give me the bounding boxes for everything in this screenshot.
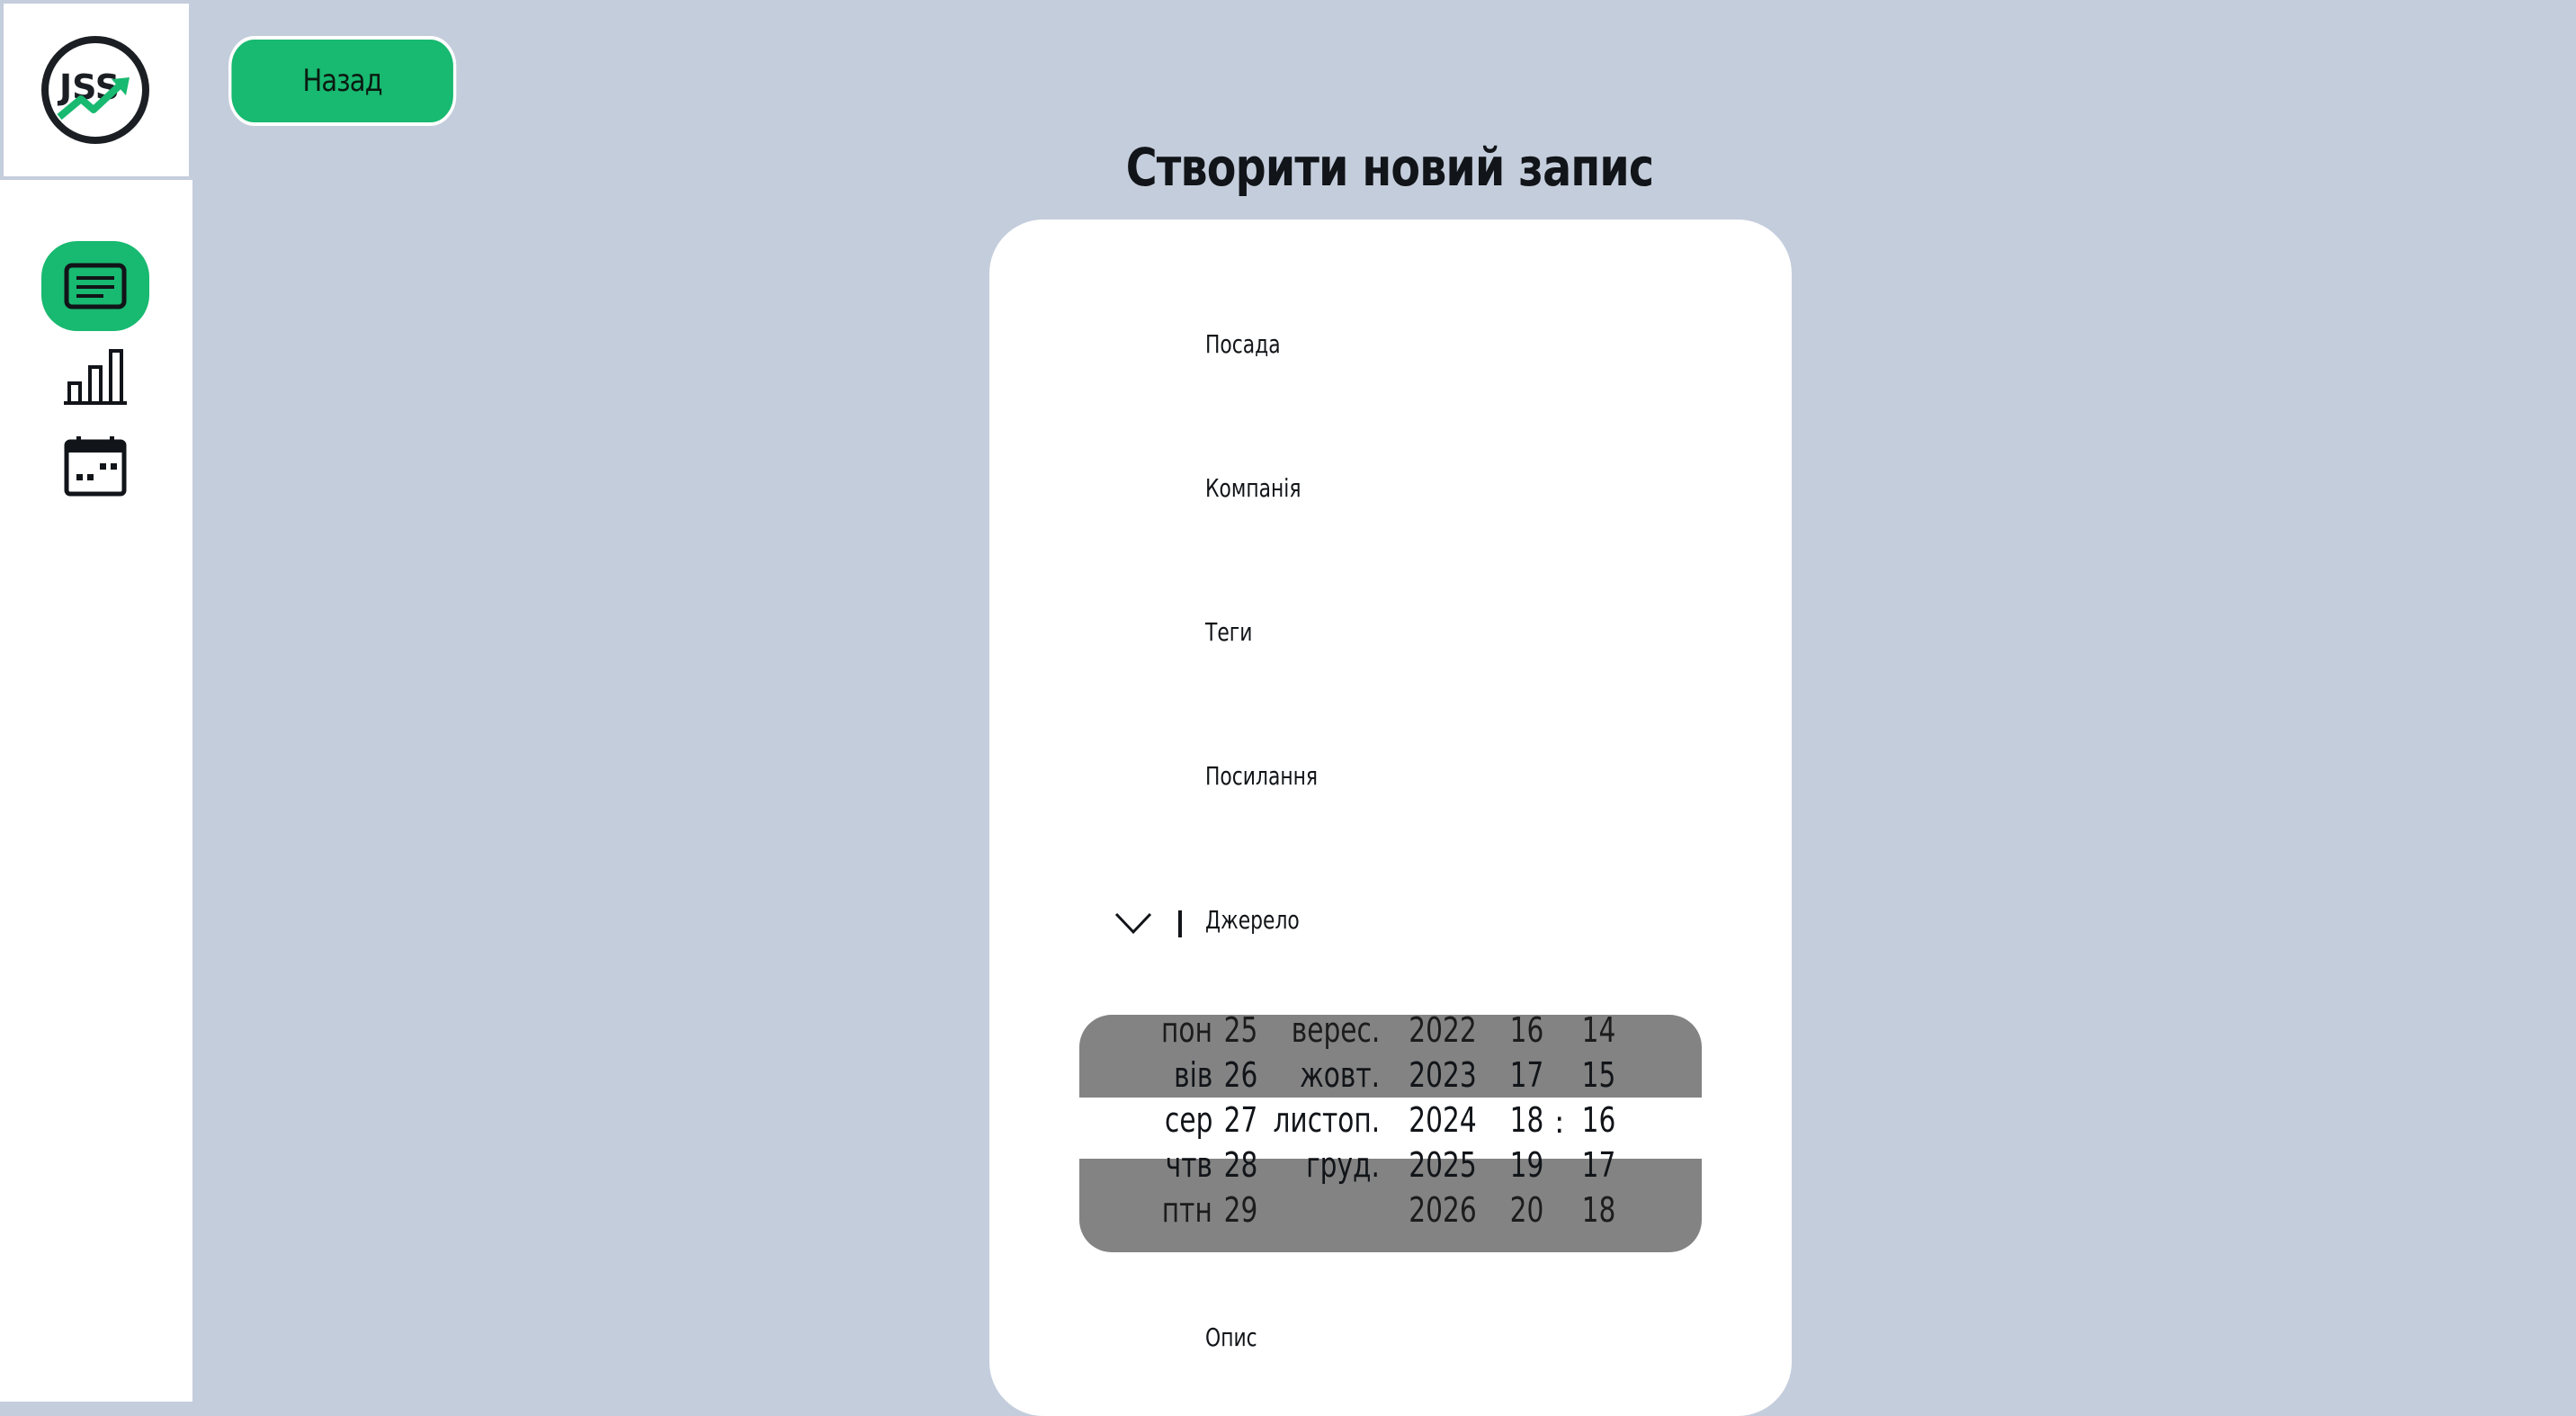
picker-minute[interactable]: 14 <box>1581 1015 1615 1053</box>
picker-weekday[interactable]: чтв <box>1166 1143 1212 1187</box>
logo-icon: JSS <box>41 36 149 144</box>
field-link[interactable]: Посилання <box>1205 761 1318 791</box>
logo-container[interactable]: JSS <box>0 0 192 180</box>
picker-hour[interactable]: 19 <box>1509 1143 1543 1187</box>
calendar-icon <box>64 436 127 497</box>
picker-month-selected[interactable]: листоп. <box>1273 1098 1380 1143</box>
stats-chart-icon <box>64 349 127 405</box>
picker-weekday[interactable]: пон <box>1161 1015 1212 1053</box>
picker-hour[interactable]: 17 <box>1509 1053 1543 1098</box>
field-description[interactable]: Опис <box>1205 1322 1257 1352</box>
picker-weekday-selected[interactable]: сер <box>1165 1098 1212 1143</box>
field-source[interactable]: Джерело <box>1205 905 1300 935</box>
nav-statistics[interactable] <box>41 331 149 421</box>
picker-month[interactable]: верес. <box>1292 1015 1380 1053</box>
sidebar <box>0 0 192 1402</box>
field-position[interactable]: Посада <box>1205 329 1281 359</box>
nav-calendar[interactable] <box>41 421 149 511</box>
picker-month[interactable]: жовт. <box>1300 1053 1380 1098</box>
nav-records[interactable] <box>41 241 149 331</box>
picker-day[interactable]: 29 <box>1223 1187 1257 1232</box>
field-company[interactable]: Компанія <box>1205 473 1301 503</box>
picker-time-separator: : <box>1554 1105 1565 1141</box>
picker-year[interactable]: 2026 <box>1409 1187 1477 1232</box>
picker-hour[interactable]: 20 <box>1509 1187 1543 1232</box>
picker-day-selected[interactable]: 27 <box>1223 1098 1257 1143</box>
records-icon <box>64 263 127 309</box>
picker-year[interactable]: 2025 <box>1409 1143 1477 1187</box>
page-title: Створити новий запис <box>1125 137 1654 198</box>
picker-day[interactable]: 28 <box>1223 1143 1257 1187</box>
text-cursor <box>1178 910 1182 937</box>
picker-hour-selected[interactable]: 18 <box>1509 1098 1543 1143</box>
picker-minute[interactable]: 18 <box>1581 1187 1615 1232</box>
picker-month[interactable]: груд. <box>1306 1143 1380 1187</box>
back-button[interactable]: Назад <box>228 36 457 126</box>
picker-year[interactable]: 2022 <box>1409 1015 1477 1053</box>
picker-day[interactable]: 25 <box>1223 1015 1257 1053</box>
picker-year-selected[interactable]: 2024 <box>1409 1098 1477 1143</box>
datetime-picker[interactable]: пон вів сер чтв птн 25 26 27 28 29 верес… <box>1079 1015 1702 1252</box>
picker-weekday[interactable]: птн <box>1162 1187 1212 1232</box>
field-tags[interactable]: Теги <box>1205 617 1252 647</box>
picker-minute[interactable]: 17 <box>1581 1143 1615 1187</box>
picker-hour[interactable]: 16 <box>1509 1015 1543 1053</box>
picker-minute[interactable]: 15 <box>1581 1053 1615 1098</box>
picker-weekday[interactable]: вів <box>1174 1053 1212 1098</box>
picker-year[interactable]: 2023 <box>1409 1053 1477 1098</box>
picker-day[interactable]: 26 <box>1223 1053 1257 1098</box>
picker-minute-selected[interactable]: 16 <box>1581 1098 1615 1143</box>
chevron-down-icon[interactable] <box>1114 907 1153 939</box>
